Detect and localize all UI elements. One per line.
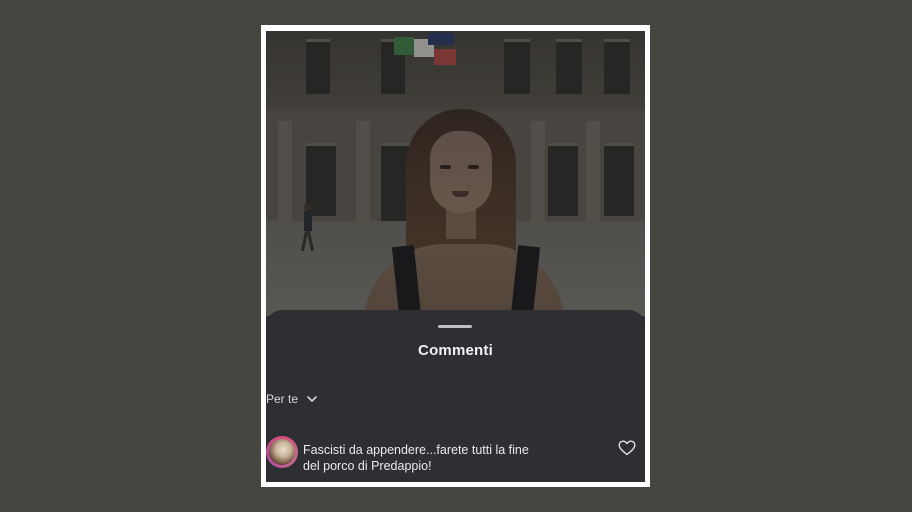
comment-text: Fascisti da appendere...farete tutti la … — [303, 442, 593, 474]
video-dim-overlay — [266, 31, 645, 316]
comment-text-line: Fascisti da appendere...farete tutti la … — [303, 443, 529, 457]
comment-sort-dropdown[interactable]: Per te — [266, 390, 318, 408]
page-backdrop: Commenti Per te Fascisti da appendere...… — [0, 0, 912, 512]
sort-label: Per te — [266, 392, 299, 406]
sheet-title: Commenti — [418, 342, 493, 359]
avatar-photo — [269, 439, 295, 465]
avatar[interactable] — [266, 436, 298, 468]
comment-item: Fascisti da appendere...farete tutti la … — [266, 432, 645, 482]
app-screen: Commenti Per te Fascisti da appendere...… — [266, 31, 645, 482]
comment-text-line: del porco di Predappio! — [303, 459, 432, 473]
video-player[interactable] — [266, 31, 645, 316]
sheet-drag-handle[interactable] — [438, 325, 472, 328]
screenshot-frame: Commenti Per te Fascisti da appendere...… — [261, 25, 650, 487]
comments-sheet: Commenti Per te Fascisti da appendere...… — [266, 310, 645, 482]
heart-icon[interactable] — [618, 440, 636, 456]
chevron-down-icon — [307, 396, 317, 402]
